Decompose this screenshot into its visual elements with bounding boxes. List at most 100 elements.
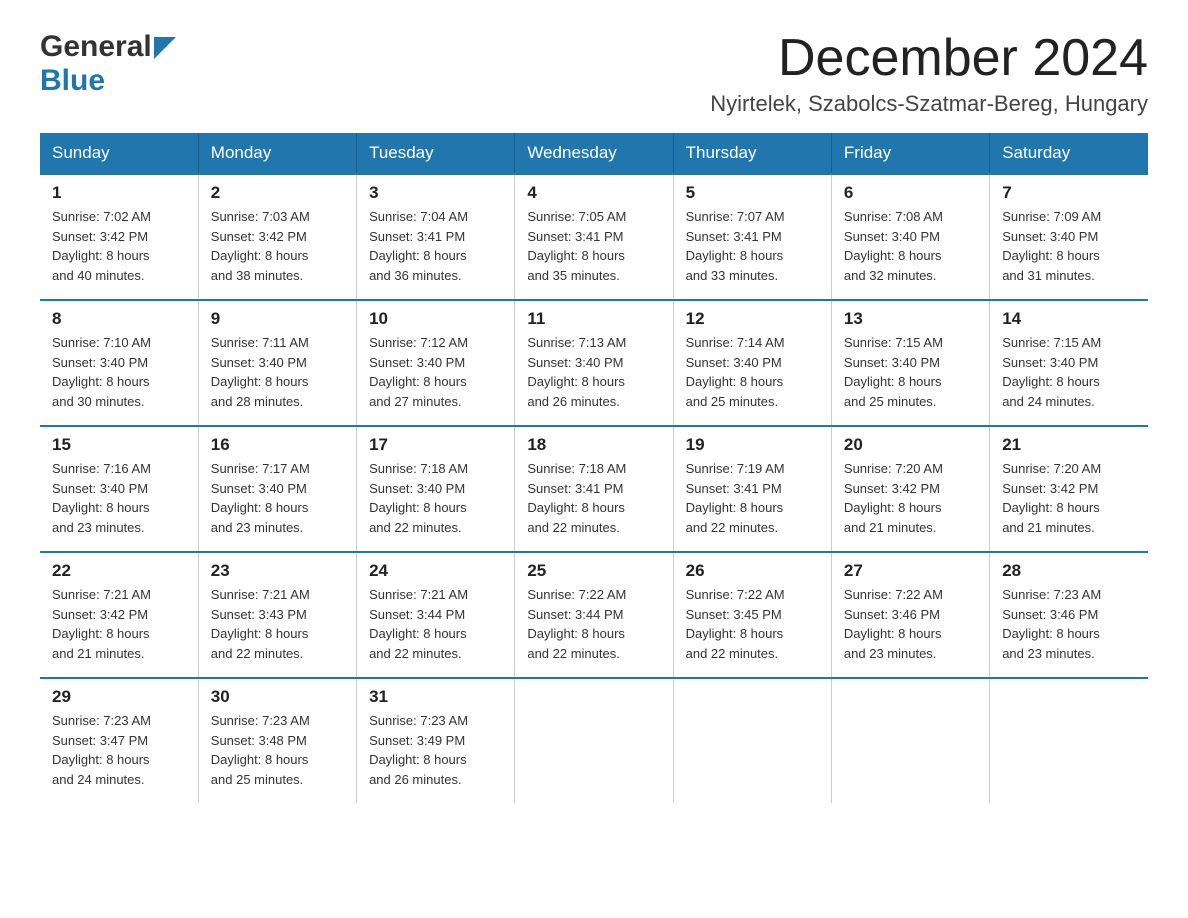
day-info: Sunrise: 7:22 AMSunset: 3:46 PMDaylight:…: [844, 585, 977, 663]
table-row: 6 Sunrise: 7:08 AMSunset: 3:40 PMDayligh…: [831, 174, 989, 300]
day-info: Sunrise: 7:22 AMSunset: 3:44 PMDaylight:…: [527, 585, 660, 663]
table-row: 12 Sunrise: 7:14 AMSunset: 3:40 PMDaylig…: [673, 300, 831, 426]
table-row: 27 Sunrise: 7:22 AMSunset: 3:46 PMDaylig…: [831, 552, 989, 678]
day-info: Sunrise: 7:16 AMSunset: 3:40 PMDaylight:…: [52, 459, 186, 537]
day-number: 24: [369, 561, 502, 581]
day-info: Sunrise: 7:13 AMSunset: 3:40 PMDaylight:…: [527, 333, 660, 411]
day-number: 18: [527, 435, 660, 455]
table-row: 3 Sunrise: 7:04 AMSunset: 3:41 PMDayligh…: [357, 174, 515, 300]
page-header: General Blue December 2024 Nyirtelek, Sz…: [40, 30, 1148, 117]
table-row: 4 Sunrise: 7:05 AMSunset: 3:41 PMDayligh…: [515, 174, 673, 300]
logo-arrow-icon: [154, 37, 176, 59]
header-thursday: Thursday: [673, 133, 831, 174]
table-row: 25 Sunrise: 7:22 AMSunset: 3:44 PMDaylig…: [515, 552, 673, 678]
day-number: 22: [52, 561, 186, 581]
day-info: Sunrise: 7:18 AMSunset: 3:40 PMDaylight:…: [369, 459, 502, 537]
table-row: 15 Sunrise: 7:16 AMSunset: 3:40 PMDaylig…: [40, 426, 198, 552]
day-number: 17: [369, 435, 502, 455]
header-sunday: Sunday: [40, 133, 198, 174]
day-info: Sunrise: 7:09 AMSunset: 3:40 PMDaylight:…: [1002, 207, 1136, 285]
day-number: 19: [686, 435, 819, 455]
table-row: 2 Sunrise: 7:03 AMSunset: 3:42 PMDayligh…: [198, 174, 356, 300]
day-info: Sunrise: 7:02 AMSunset: 3:42 PMDaylight:…: [52, 207, 186, 285]
table-row: 24 Sunrise: 7:21 AMSunset: 3:44 PMDaylig…: [357, 552, 515, 678]
day-info: Sunrise: 7:14 AMSunset: 3:40 PMDaylight:…: [686, 333, 819, 411]
table-row: [515, 678, 673, 803]
day-number: 28: [1002, 561, 1136, 581]
day-number: 2: [211, 183, 344, 203]
header-friday: Friday: [831, 133, 989, 174]
month-title: December 2024: [710, 30, 1148, 87]
table-row: 9 Sunrise: 7:11 AMSunset: 3:40 PMDayligh…: [198, 300, 356, 426]
day-info: Sunrise: 7:21 AMSunset: 3:44 PMDaylight:…: [369, 585, 502, 663]
day-info: Sunrise: 7:04 AMSunset: 3:41 PMDaylight:…: [369, 207, 502, 285]
logo: General Blue: [40, 30, 176, 98]
day-number: 3: [369, 183, 502, 203]
header-wednesday: Wednesday: [515, 133, 673, 174]
table-row: 14 Sunrise: 7:15 AMSunset: 3:40 PMDaylig…: [990, 300, 1148, 426]
calendar-week-row: 15 Sunrise: 7:16 AMSunset: 3:40 PMDaylig…: [40, 426, 1148, 552]
day-number: 15: [52, 435, 186, 455]
day-info: Sunrise: 7:15 AMSunset: 3:40 PMDaylight:…: [844, 333, 977, 411]
day-info: Sunrise: 7:23 AMSunset: 3:47 PMDaylight:…: [52, 711, 186, 789]
day-number: 21: [1002, 435, 1136, 455]
calendar-table: Sunday Monday Tuesday Wednesday Thursday…: [40, 133, 1148, 803]
day-number: 23: [211, 561, 344, 581]
day-number: 29: [52, 687, 186, 707]
day-number: 9: [211, 309, 344, 329]
calendar-header-row: Sunday Monday Tuesday Wednesday Thursday…: [40, 133, 1148, 174]
table-row: 20 Sunrise: 7:20 AMSunset: 3:42 PMDaylig…: [831, 426, 989, 552]
day-number: 1: [52, 183, 186, 203]
day-info: Sunrise: 7:23 AMSunset: 3:48 PMDaylight:…: [211, 711, 344, 789]
day-number: 26: [686, 561, 819, 581]
day-info: Sunrise: 7:17 AMSunset: 3:40 PMDaylight:…: [211, 459, 344, 537]
logo-text-general: General: [40, 30, 152, 64]
day-info: Sunrise: 7:20 AMSunset: 3:42 PMDaylight:…: [844, 459, 977, 537]
day-number: 5: [686, 183, 819, 203]
day-number: 12: [686, 309, 819, 329]
table-row: 8 Sunrise: 7:10 AMSunset: 3:40 PMDayligh…: [40, 300, 198, 426]
table-row: 29 Sunrise: 7:23 AMSunset: 3:47 PMDaylig…: [40, 678, 198, 803]
day-number: 30: [211, 687, 344, 707]
day-info: Sunrise: 7:07 AMSunset: 3:41 PMDaylight:…: [686, 207, 819, 285]
day-number: 7: [1002, 183, 1136, 203]
table-row: 1 Sunrise: 7:02 AMSunset: 3:42 PMDayligh…: [40, 174, 198, 300]
table-row: 23 Sunrise: 7:21 AMSunset: 3:43 PMDaylig…: [198, 552, 356, 678]
day-number: 14: [1002, 309, 1136, 329]
table-row: 5 Sunrise: 7:07 AMSunset: 3:41 PMDayligh…: [673, 174, 831, 300]
day-number: 10: [369, 309, 502, 329]
table-row: 16 Sunrise: 7:17 AMSunset: 3:40 PMDaylig…: [198, 426, 356, 552]
day-info: Sunrise: 7:18 AMSunset: 3:41 PMDaylight:…: [527, 459, 660, 537]
table-row: [990, 678, 1148, 803]
logo-text-blue: Blue: [40, 64, 105, 97]
calendar-week-row: 29 Sunrise: 7:23 AMSunset: 3:47 PMDaylig…: [40, 678, 1148, 803]
day-number: 31: [369, 687, 502, 707]
day-number: 4: [527, 183, 660, 203]
day-number: 8: [52, 309, 186, 329]
day-info: Sunrise: 7:23 AMSunset: 3:49 PMDaylight:…: [369, 711, 502, 789]
table-row: 30 Sunrise: 7:23 AMSunset: 3:48 PMDaylig…: [198, 678, 356, 803]
day-info: Sunrise: 7:12 AMSunset: 3:40 PMDaylight:…: [369, 333, 502, 411]
table-row: [673, 678, 831, 803]
table-row: [831, 678, 989, 803]
location-title: Nyirtelek, Szabolcs-Szatmar-Bereg, Hunga…: [710, 91, 1148, 117]
day-info: Sunrise: 7:03 AMSunset: 3:42 PMDaylight:…: [211, 207, 344, 285]
table-row: 7 Sunrise: 7:09 AMSunset: 3:40 PMDayligh…: [990, 174, 1148, 300]
day-info: Sunrise: 7:05 AMSunset: 3:41 PMDaylight:…: [527, 207, 660, 285]
table-row: 11 Sunrise: 7:13 AMSunset: 3:40 PMDaylig…: [515, 300, 673, 426]
day-number: 16: [211, 435, 344, 455]
day-number: 6: [844, 183, 977, 203]
table-row: 19 Sunrise: 7:19 AMSunset: 3:41 PMDaylig…: [673, 426, 831, 552]
table-row: 10 Sunrise: 7:12 AMSunset: 3:40 PMDaylig…: [357, 300, 515, 426]
calendar-week-row: 8 Sunrise: 7:10 AMSunset: 3:40 PMDayligh…: [40, 300, 1148, 426]
table-row: 22 Sunrise: 7:21 AMSunset: 3:42 PMDaylig…: [40, 552, 198, 678]
table-row: 28 Sunrise: 7:23 AMSunset: 3:46 PMDaylig…: [990, 552, 1148, 678]
header-monday: Monday: [198, 133, 356, 174]
day-number: 25: [527, 561, 660, 581]
table-row: 17 Sunrise: 7:18 AMSunset: 3:40 PMDaylig…: [357, 426, 515, 552]
day-number: 20: [844, 435, 977, 455]
header-saturday: Saturday: [990, 133, 1148, 174]
title-section: December 2024 Nyirtelek, Szabolcs-Szatma…: [710, 30, 1148, 117]
day-info: Sunrise: 7:22 AMSunset: 3:45 PMDaylight:…: [686, 585, 819, 663]
table-row: 13 Sunrise: 7:15 AMSunset: 3:40 PMDaylig…: [831, 300, 989, 426]
